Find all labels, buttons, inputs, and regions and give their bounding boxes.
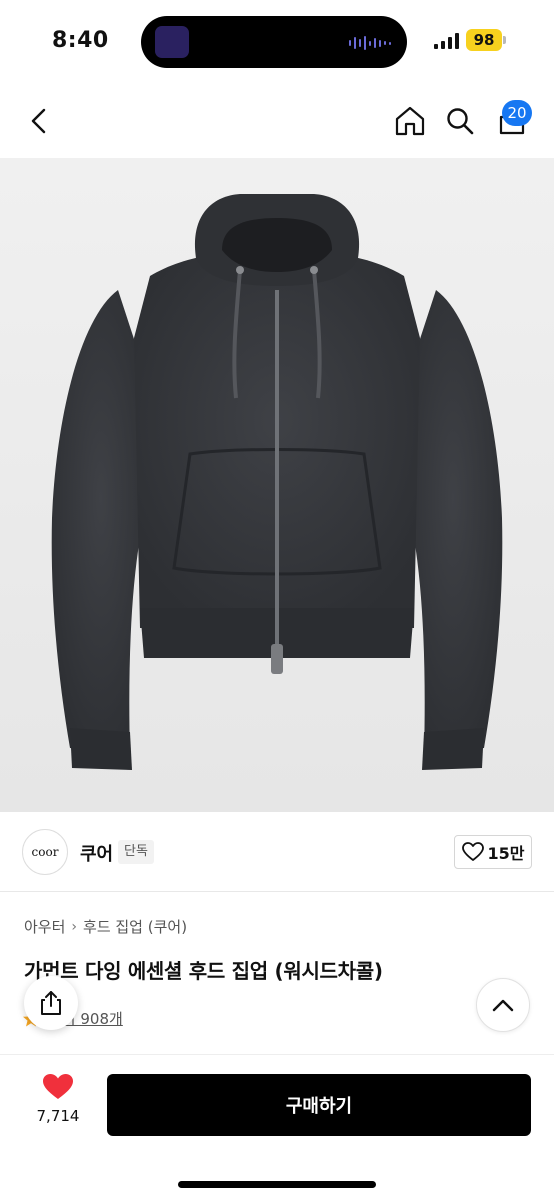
product-title: 가먼트 다잉 에센셜 후드 집업 (워시드차콜) [24, 959, 383, 983]
chevron-right-icon: › [71, 918, 78, 935]
cellular-signal-icon [434, 33, 459, 49]
chevron-up-icon [492, 999, 514, 1012]
audio-waveform-icon [349, 36, 391, 50]
brand-like-count: 15만 [487, 844, 525, 863]
battery-indicator: 98 [466, 29, 502, 51]
status-bar: 8:40 98 [0, 0, 554, 84]
cart-count-badge: 20 [502, 100, 532, 126]
heart-outline-icon [461, 842, 484, 861]
back-button[interactable] [18, 99, 62, 143]
breadcrumb-item-subcategory[interactable]: 후드 집업 (쿠어) [83, 916, 187, 937]
purchase-bar: 7,714 구매하기 [0, 1054, 554, 1200]
brand-like-button[interactable]: 15만 [454, 835, 532, 869]
search-icon [447, 108, 474, 135]
hoodie-illustration [0, 158, 554, 812]
scroll-top-button[interactable] [476, 978, 530, 1032]
share-button[interactable] [24, 976, 78, 1030]
now-playing-artwork [155, 26, 189, 58]
exclusive-badge: 단독 [118, 840, 154, 864]
breadcrumb-item-category[interactable]: 아우터 [24, 916, 65, 937]
buy-button[interactable]: 구매하기 [107, 1074, 531, 1136]
search-button[interactable] [438, 99, 482, 143]
brand-name[interactable]: 쿠어 [80, 840, 113, 866]
home-icon [395, 106, 425, 136]
product-image[interactable] [0, 158, 554, 812]
wishlist-count: 7,714 [36, 1107, 80, 1125]
dynamic-island [141, 16, 407, 68]
breadcrumb: 아우터 › 후드 집업 (쿠어) [24, 916, 187, 937]
home-indicator [178, 1181, 376, 1188]
heart-filled-icon [43, 1074, 73, 1099]
brand-logo[interactable]: coor [22, 829, 68, 875]
share-icon [41, 991, 61, 1015]
battery-tip [503, 36, 506, 44]
top-nav [0, 84, 554, 158]
wishlist-button[interactable]: 7,714 [28, 1073, 88, 1125]
chevron-left-icon [31, 108, 46, 134]
brand-row: coor 쿠어 단독 15만 [0, 812, 554, 892]
home-button[interactable] [388, 99, 432, 143]
status-time: 8:40 [52, 28, 109, 53]
